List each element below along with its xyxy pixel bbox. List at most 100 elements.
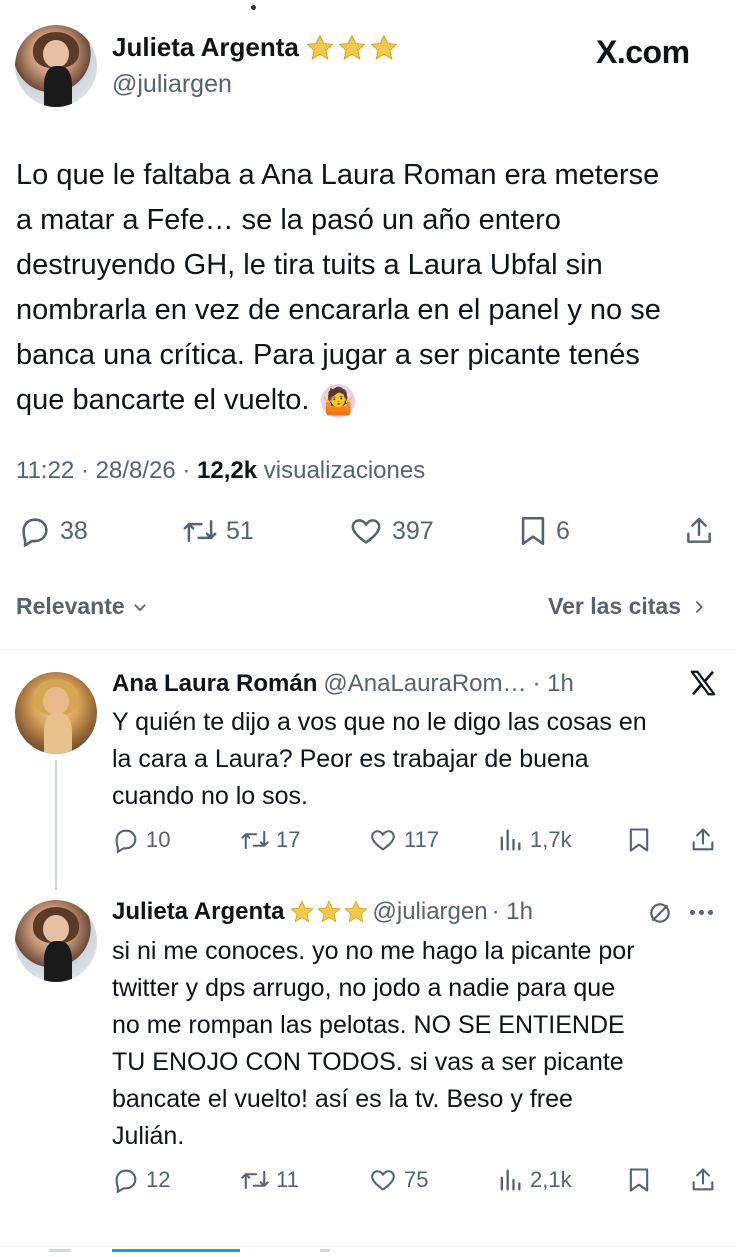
reply-line: la cara a Laura? Peor es trabajar de bue… [112,745,589,773]
repost-count: 51 [226,516,254,545]
x-brand: X.com [596,34,690,71]
heart-icon [371,830,395,851]
bottom-divider [0,1246,736,1247]
muted-icon [647,900,673,926]
reply-line: Y quién te dijo a vos que no le digo las… [112,708,647,736]
repost-count: 17 [276,827,301,852]
author-name-row[interactable]: Julieta Argenta [112,32,399,63]
repost-icon [241,830,269,850]
views-icon [500,829,521,851]
reply-text: Y quién te dijo a vos que no le digo las… [112,704,722,815]
share-button[interactable] [689,826,717,854]
reply-author-name: Ana Laura Román [112,670,318,697]
reply-header[interactable]: Julieta Argenta @juliargen · 1h [112,898,533,926]
tweet-time[interactable]: 11:22 [16,457,74,484]
reply-time: · 1h [491,898,533,925]
heart-icon [351,519,381,544]
tweet-line: destruyendo GH, le tira tuits a Laura Ub… [16,249,603,281]
like-button[interactable]: 117 [368,826,439,854]
star-icon [289,900,314,923]
repost-icon [183,520,217,542]
reply-button[interactable]: 10 [112,826,170,854]
view-quotes-label: Ver las citas [548,593,681,619]
bookmark-count: 6 [556,516,570,545]
reply-button[interactable]: 38 [18,514,88,548]
star-icon [306,33,334,60]
reply-text: si ni me conoces. yo no me hago la pican… [112,933,722,1155]
bookmark-button[interactable] [626,826,652,854]
repost-count: 11 [276,1167,299,1192]
tweet-line: a matar a Fefe… se la pasó un año entero [16,204,561,236]
share-icon [692,1168,714,1191]
views-count: 2,1k [530,1167,572,1192]
x-logo-icon [688,668,718,698]
bookmark-icon [629,828,649,852]
tweet-meta: 11:22 · 28/8/26 · 12,2k visualizaciones [16,457,426,484]
reply-count: 10 [146,827,171,852]
star-icon [338,33,366,60]
reply-line: bancate el vuelto! así es la tv. Beso y … [112,1085,573,1113]
repost-button[interactable]: 17 [240,826,300,854]
reply-icon [115,1169,137,1194]
reply-avatar[interactable] [15,672,97,754]
reply-count: 38 [60,516,88,545]
like-button[interactable]: 75 [368,1166,428,1194]
like-count: 397 [392,516,434,545]
brand-text: X.com [596,34,690,70]
reply-line: si ni me conoces. yo no me hago la pican… [112,937,635,965]
chevron-right-icon [695,600,703,613]
tweet-date[interactable]: 28/8/26 [96,457,176,484]
thread-line [55,760,57,890]
author-handle[interactable]: @juliargen [112,70,232,99]
heart-icon [371,1170,395,1191]
reply-line: TU ENOJO CON TODOS. si vas a ser picante [112,1048,624,1076]
chevron-down-icon [133,603,146,611]
tweet-views-count: 12,2k [197,457,258,484]
author-name: Julieta Argenta [112,32,299,62]
star-icon [316,900,341,923]
tweet-line: nombrarla en vez de encararla en el pane… [16,294,661,326]
tweet-views-label: visualizaciones [263,457,426,484]
share-icon [692,828,714,851]
views-button[interactable]: 1,7k [496,826,572,854]
share-icon [687,517,711,543]
views-count: 1,7k [530,827,572,852]
tweet-line: que bancarte el vuelto. [16,384,310,416]
reply-avatar[interactable] [15,900,97,982]
reply-line: cuando no lo sos. [112,782,308,810]
repost-icon [241,1170,269,1190]
bookmark-button[interactable] [626,1166,652,1194]
top-dot [251,5,256,10]
reply-author-handle: @juliargen [372,898,488,925]
bookmark-icon [629,1168,649,1192]
repost-button[interactable]: 11 [240,1166,299,1194]
tweet-line: banca una crítica. Para jugar a ser pica… [16,339,640,371]
bookmark-button[interactable]: 6 [518,514,570,548]
sort-selector[interactable]: Relevante [16,593,149,620]
reply-line: no me rompan las pelotas. NO SE ENTIENDE [112,1011,625,1039]
like-button[interactable]: 397 [348,514,434,548]
reply-author-handle: @AnaLauraRom… [323,670,527,697]
share-button[interactable] [689,1166,717,1194]
sort-label: Relevante [16,593,125,619]
like-count: 117 [404,827,440,852]
reply-button[interactable]: 12 [112,1166,170,1194]
like-count: 75 [404,1167,429,1192]
view-quotes-link[interactable]: Ver las citas [548,593,707,620]
divider [0,649,736,650]
author-avatar[interactable] [15,25,97,107]
share-button[interactable] [683,514,715,548]
views-icon [500,1169,521,1191]
bottom-partial-line [50,1249,330,1252]
repost-button[interactable]: 51 [182,514,254,548]
tweet-line: Lo que le faltaba a Ana Laura Roman era … [16,159,660,191]
bookmark-icon [521,516,545,546]
reply-line: twitter y dps arrugo, no jodo a nadie pa… [112,974,616,1002]
more-options-icon[interactable] [690,910,713,915]
reply-header[interactable]: Ana Laura Román @AnaLauraRom… · 1h [112,670,574,698]
reply-line: Julián. [112,1122,185,1150]
reply-time: · 1h [532,670,574,697]
star-icons [305,33,399,63]
reply-icon [115,829,137,854]
views-button[interactable]: 2,1k [496,1166,572,1194]
